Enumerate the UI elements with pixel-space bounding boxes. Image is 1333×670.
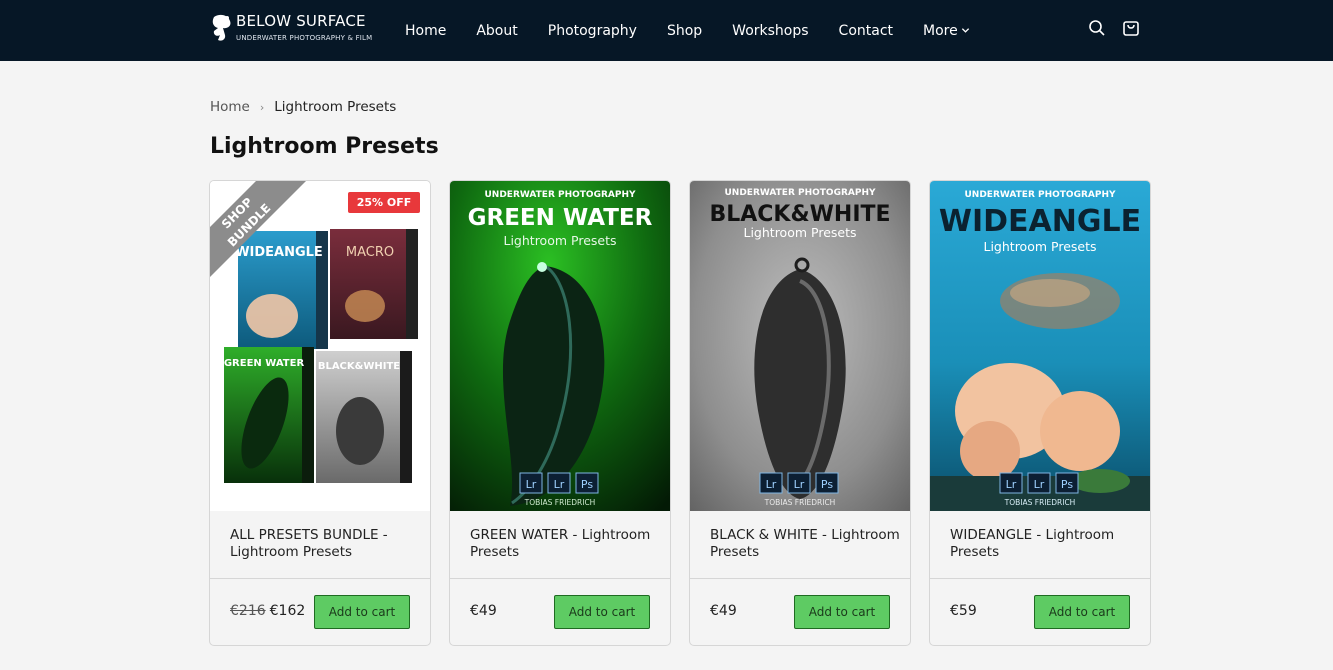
cover-kicker: UNDERWATER PHOTOGRAPHY <box>724 188 876 198</box>
product-name[interactable]: GREEN WATER - Lightroom Presets <box>470 527 660 561</box>
brand-tagline: UNDERWATER PHOTOGRAPHY & FILM <box>236 34 373 42</box>
product-name[interactable]: BLACK & WHITE - Lightroom Presets <box>710 527 900 561</box>
nav-more[interactable]: More <box>923 23 970 39</box>
box-title-wideangle: WIDEANGLE <box>235 245 323 260</box>
photoshop-badge: Ps <box>821 478 833 491</box>
card-divider <box>450 578 670 579</box>
old-price: €216 <box>230 603 266 619</box>
add-to-cart-button[interactable]: Add to cart <box>554 595 650 629</box>
product-card-bundle: WIDEANGLE MACRO GREEN WATER BLACK&WHITE … <box>209 180 431 646</box>
lightroom-badge: Lr <box>766 478 777 491</box>
product-price: €216 €162 <box>230 603 305 619</box>
shopping-bag-icon[interactable] <box>1122 19 1140 37</box>
lightroom-badge: Lr <box>794 478 805 491</box>
lightroom-badge: Lr <box>554 478 565 491</box>
breadcrumb-home[interactable]: Home <box>210 99 250 115</box>
nav-home[interactable]: Home <box>405 23 446 39</box>
software-badges: Lr Lr Ps <box>519 472 599 494</box>
site-header: BELOW SURFACE UNDERWATER PHOTOGRAPHY & F… <box>0 0 1333 61</box>
page-title: Lightroom Presets <box>210 134 439 159</box>
discount-badge: 25% OFF <box>348 192 420 213</box>
lightroom-badge: Lr <box>1034 478 1045 491</box>
product-name[interactable]: WIDEANGLE - Lightroom Presets <box>950 527 1140 561</box>
cover-title: BLACK&WHITE <box>709 202 890 227</box>
nav-workshops[interactable]: Workshops <box>732 23 808 39</box>
add-to-cart-button[interactable]: Add to cart <box>794 595 890 629</box>
product-price: €49 <box>470 603 497 619</box>
card-divider <box>690 578 910 579</box>
product-card-black-white: UNDERWATER PHOTOGRAPHY BLACK&WHITE Light… <box>689 180 911 646</box>
product-price: €59 <box>950 603 977 619</box>
card-divider <box>930 578 1150 579</box>
main-nav: Home About Photography Shop Workshops Co… <box>405 0 1000 61</box>
cover-title: GREEN WATER <box>468 205 653 231</box>
brand-name: BELOW SURFACE <box>236 12 366 30</box>
cover-subtitle: Lightroom Presets <box>984 239 1097 254</box>
box-title-macro: MACRO <box>346 245 394 260</box>
product-card-green-water: UNDERWATER PHOTOGRAPHY GREEN WATER Light… <box>449 180 671 646</box>
product-image-bundle[interactable]: WIDEANGLE MACRO GREEN WATER BLACK&WHITE … <box>210 181 430 511</box>
nav-about[interactable]: About <box>476 23 517 39</box>
product-card-wideangle: UNDERWATER PHOTOGRAPHY WIDEANGLE Lightro… <box>929 180 1151 646</box>
add-to-cart-button[interactable]: Add to cart <box>314 595 410 629</box>
cover-author: TOBIAS FRIEDRICH <box>764 498 836 507</box>
software-badges: Lr Lr Ps <box>999 472 1079 494</box>
card-divider <box>210 578 430 579</box>
add-to-cart-button[interactable]: Add to cart <box>1034 595 1130 629</box>
cover-kicker: UNDERWATER PHOTOGRAPHY <box>964 190 1116 200</box>
cover-title: WIDEANGLE <box>939 204 1141 239</box>
breadcrumb-current: Lightroom Presets <box>274 99 397 115</box>
product-image-black-white[interactable]: UNDERWATER PHOTOGRAPHY BLACK&WHITE Light… <box>690 181 910 511</box>
box-title-green-water: GREEN WATER <box>224 358 305 369</box>
chevron-down-icon <box>961 28 969 33</box>
nav-contact[interactable]: Contact <box>839 23 893 39</box>
nav-shop[interactable]: Shop <box>667 23 702 39</box>
product-image-green-water[interactable]: UNDERWATER PHOTOGRAPHY GREEN WATER Light… <box>450 181 670 511</box>
box-title-black-white: BLACK&WHITE <box>318 361 400 372</box>
search-icon[interactable] <box>1088 19 1106 37</box>
product-image-wideangle[interactable]: UNDERWATER PHOTOGRAPHY WIDEANGLE Lightro… <box>930 181 1150 511</box>
breadcrumb-separator: › <box>259 100 265 114</box>
sale-price: €162 <box>269 603 306 619</box>
cover-kicker: UNDERWATER PHOTOGRAPHY <box>484 190 636 200</box>
breadcrumb: Home › Lightroom Presets <box>210 99 396 115</box>
cover-subtitle: Lightroom Presets <box>504 233 617 248</box>
site-logo[interactable]: BELOW SURFACE UNDERWATER PHOTOGRAPHY & F… <box>210 11 380 47</box>
cover-author: TOBIAS FRIEDRICH <box>524 498 596 507</box>
software-badges: Lr Lr Ps <box>759 472 839 494</box>
nav-photography[interactable]: Photography <box>548 23 637 39</box>
cover-subtitle: Lightroom Presets <box>744 225 857 240</box>
cover-author: TOBIAS FRIEDRICH <box>1004 498 1076 507</box>
diver-logo-icon <box>212 14 231 41</box>
product-price: €49 <box>710 603 737 619</box>
photoshop-badge: Ps <box>581 478 593 491</box>
nav-more-label: More <box>923 22 958 39</box>
lightroom-badge: Lr <box>1006 478 1017 491</box>
photoshop-badge: Ps <box>1061 478 1073 491</box>
product-name[interactable]: ALL PRESETS BUNDLE - Lightroom Presets <box>230 527 420 561</box>
lightroom-badge: Lr <box>526 478 537 491</box>
